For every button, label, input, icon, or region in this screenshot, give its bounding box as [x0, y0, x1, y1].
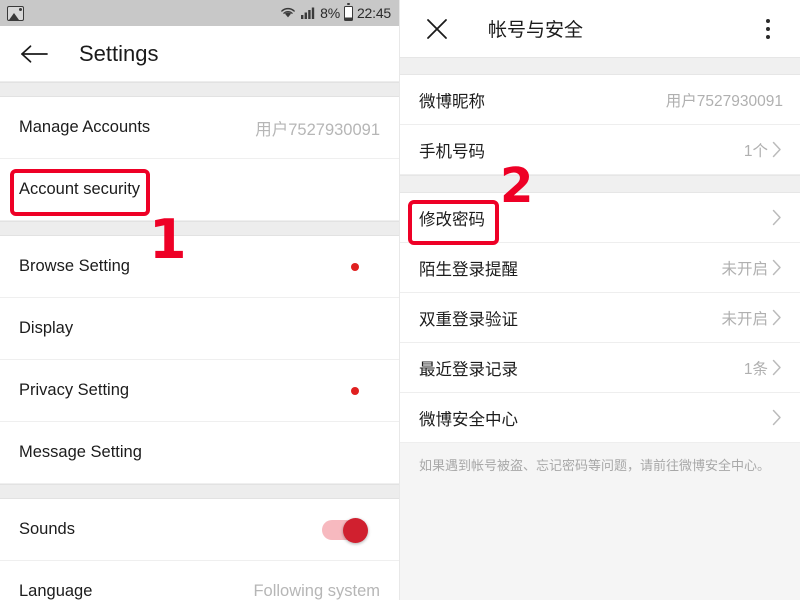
group-separator-middle: [0, 221, 399, 236]
row-value: 1条: [743, 360, 768, 378]
list-item-account-security[interactable]: Account security: [0, 159, 399, 221]
right-header: 帐号与安全: [400, 0, 800, 57]
chevron-right-icon: [771, 408, 783, 428]
list-item-language[interactable]: Language Following system: [0, 561, 399, 600]
list-item-change-password[interactable]: 修改密码: [400, 193, 800, 243]
right-panel-body: 微博昵称 用户7527930091 手机号码 1个 修改密码 陌生登录提醒 未开…: [400, 57, 800, 600]
status-bar: 8% 22:45: [0, 0, 399, 26]
row-value: 未开启: [721, 310, 768, 328]
toggle-thumb: [343, 517, 368, 543]
list-item-phone-number[interactable]: 手机号码 1个: [400, 125, 800, 175]
close-x-icon[interactable]: [422, 14, 452, 44]
kebab-dot: [766, 26, 770, 31]
row-trailing: 未开启: [721, 257, 783, 279]
row-label: Language: [19, 582, 93, 600]
list-item-message-setting[interactable]: Message Setting: [0, 422, 399, 484]
row-label: Manage Accounts: [19, 118, 151, 136]
red-dot-badge-icon: [351, 262, 359, 271]
list-item-weibo-nickname[interactable]: 微博昵称 用户7527930091: [400, 75, 800, 125]
clock-text: 22:45: [356, 5, 391, 21]
section-band-top: [400, 57, 800, 75]
signal-bars-icon: [301, 5, 316, 22]
row-label: 微博安全中心: [419, 410, 518, 429]
sounds-toggle[interactable]: [322, 517, 368, 543]
row-value: 用户7527930091: [665, 92, 783, 110]
row-value: 1个: [743, 142, 768, 160]
list-item-privacy-setting[interactable]: Privacy Setting: [0, 360, 399, 422]
row-trailing: 1个: [744, 139, 783, 161]
row-label: 陌生登录提醒: [419, 260, 518, 279]
row-trailing: [768, 208, 783, 228]
row-label: Privacy Setting: [19, 381, 130, 399]
row-value: Following system: [253, 582, 380, 600]
left-header: Settings: [0, 26, 399, 82]
status-bar-right: 8% 22:45: [279, 3, 391, 22]
row-label: 手机号码: [419, 142, 485, 161]
row-value: 未开启: [721, 260, 768, 278]
list-item-browse-setting[interactable]: Browse Setting: [0, 236, 399, 298]
row-label: Browse Setting: [19, 257, 130, 275]
row-value: 用户7527930091: [255, 120, 380, 139]
battery-percent-text: 8%: [320, 5, 340, 21]
list-item-stranger-login-alert[interactable]: 陌生登录提醒 未开启: [400, 243, 800, 293]
list-item-weibo-security-center[interactable]: 微博安全中心: [400, 393, 800, 443]
row-label: Account security: [19, 180, 141, 198]
row-trailing: 用户7527930091: [666, 89, 783, 111]
section-band-middle: [400, 175, 800, 193]
row-label: Message Setting: [19, 443, 142, 461]
chevron-right-icon: [771, 208, 783, 228]
battery-icon: [343, 3, 353, 21]
page-title: 帐号与安全: [488, 20, 584, 41]
kebab-dot: [766, 18, 770, 23]
group-separator-top: [0, 82, 399, 97]
row-label: 双重登录验证: [419, 310, 518, 329]
chevron-right-icon: [771, 258, 783, 278]
red-dot-badge-icon: [351, 386, 359, 395]
row-label: 微博昵称: [419, 92, 485, 111]
group-separator-bottom: [0, 484, 399, 499]
screenshot-root: 8% 22:45 Settings Manage Accounts 用户7527…: [0, 0, 800, 600]
list-item-two-factor-auth[interactable]: 双重登录验证 未开启: [400, 293, 800, 343]
row-trailing: [768, 408, 783, 428]
image-icon: [7, 5, 24, 21]
row-label: 修改密码: [419, 210, 485, 229]
row-label: 最近登录记录: [419, 360, 518, 379]
row-label: Sounds: [19, 520, 75, 538]
row-trailing: 1条: [744, 357, 783, 379]
list-item-manage-accounts[interactable]: Manage Accounts 用户7527930091: [0, 97, 399, 159]
more-vertical-icon[interactable]: [756, 16, 780, 42]
footnote-text: 如果遇到帐号被盗、忘记密码等问题，请前往微博安全中心。: [419, 458, 771, 473]
page-title: Settings: [79, 40, 159, 66]
list-item-recent-login-records[interactable]: 最近登录记录 1条: [400, 343, 800, 393]
chevron-right-icon: [771, 140, 783, 160]
list-item-display[interactable]: Display: [0, 298, 399, 360]
status-bar-left: [7, 5, 24, 21]
kebab-dot: [766, 34, 770, 39]
row-trailing: 未开启: [721, 307, 783, 329]
chevron-right-icon: [771, 308, 783, 328]
right-panel-account-security: 帐号与安全 微博昵称 用户7527930091 手机号码 1个 修改密码 陌生登…: [400, 0, 800, 600]
chevron-right-icon: [771, 358, 783, 378]
left-panel-settings: 8% 22:45 Settings Manage Accounts 用户7527…: [0, 0, 400, 600]
back-arrow-icon[interactable]: [18, 37, 52, 71]
list-item-sounds[interactable]: Sounds: [0, 499, 399, 561]
row-label: Display: [19, 319, 74, 337]
footnote-section: 如果遇到帐号被盗、忘记密码等问题，请前往微博安全中心。: [400, 443, 800, 600]
wifi-icon: [279, 5, 297, 22]
